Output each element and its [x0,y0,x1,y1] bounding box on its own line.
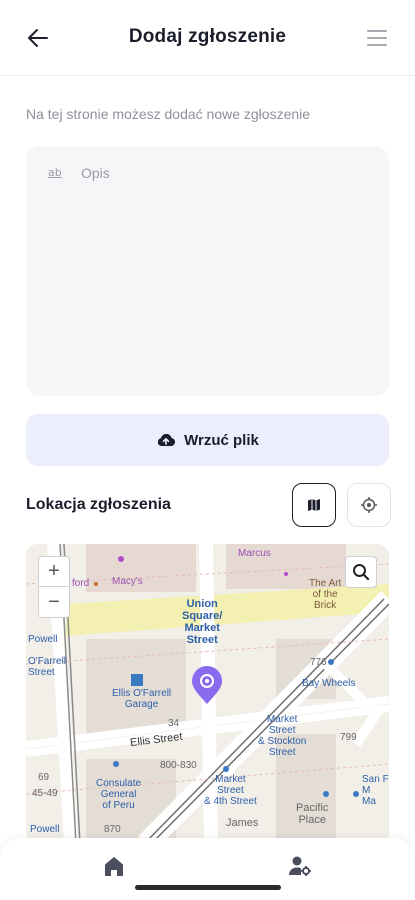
description-textarea[interactable]: ab Opis [26,146,389,396]
menu-line [367,37,387,39]
map-label-powell-bottom: Powell [30,824,60,835]
target-icon [361,497,377,513]
map-label-marcus: Marcus [238,548,271,559]
nav-home-button[interactable] [100,852,128,880]
map-search-button[interactable] [345,556,377,588]
map-label-ellis-garage: Ellis O'Farrell Garage [112,688,172,710]
user-settings-icon [289,856,311,876]
search-icon [353,564,370,581]
map-label-ofarrell: O'Farrell Street [28,656,67,678]
map-label-consulate-peru: Consulate General of Peru [96,778,142,811]
map-label-ford: ford [72,578,90,589]
map-label-market-4th: Market Street & 4th Street [204,774,257,807]
zoom-in-button[interactable]: + [39,557,69,587]
map-icon [308,499,320,511]
current-location-button[interactable] [347,483,391,527]
menu-line [367,30,387,32]
location-section-title: Lokacja zgłoszenia [26,496,171,513]
map-view-toggle[interactable] [292,483,336,527]
map-label-34: 34 [168,718,180,729]
map-label-san-francisco: San F M Ma [362,774,389,807]
map-label-776: 776 [310,657,327,668]
home-icon [105,857,123,876]
page-title: Dodaj zgłoszenie [128,26,287,47]
map-label-bay-wheels: Bay Wheels [302,678,356,689]
home-indicator [135,885,281,890]
map-label-union-square: Union Square/ Market Street [182,598,223,647]
upload-file-button[interactable]: Wrzuć plik [26,414,389,466]
map-label-market-stockton: Market Street & Stockton Street [258,714,307,758]
map-label-james: James [226,817,259,829]
location-map[interactable]: Marcus Macy's ford Union Square/ Market … [26,544,389,844]
upload-file-label: Wrzuć plik [184,431,259,449]
nav-account-settings-button[interactable] [286,852,314,880]
map-label-45-49: 45-49 [32,788,58,799]
app-header: Dodaj zgłoszenie [0,0,415,76]
map-label-870: 870 [104,824,121,835]
zoom-out-button[interactable]: − [39,587,69,617]
map-label-powell: Powell [28,634,58,645]
map-label-art-brick: The Art of the Brick [309,578,342,611]
map-label-69: 69 [38,772,50,783]
intro-text: Na tej stronie możesz dodać nowe zgłosze… [26,106,311,122]
bottom-navigation [0,838,415,900]
description-placeholder: Opis [81,165,110,181]
map-label-pacific-place: Pacific Place [296,802,329,827]
map-label-macys: Macy's [112,576,143,587]
map-label-800-830: 800-830 [160,760,197,771]
hamburger-menu-button[interactable] [365,26,389,50]
text-field-icon: ab [48,166,62,179]
cloud-upload-icon [157,433,176,447]
menu-line [367,44,387,46]
map-label-799: 799 [340,732,357,743]
map-zoom-control: + − [38,556,70,618]
